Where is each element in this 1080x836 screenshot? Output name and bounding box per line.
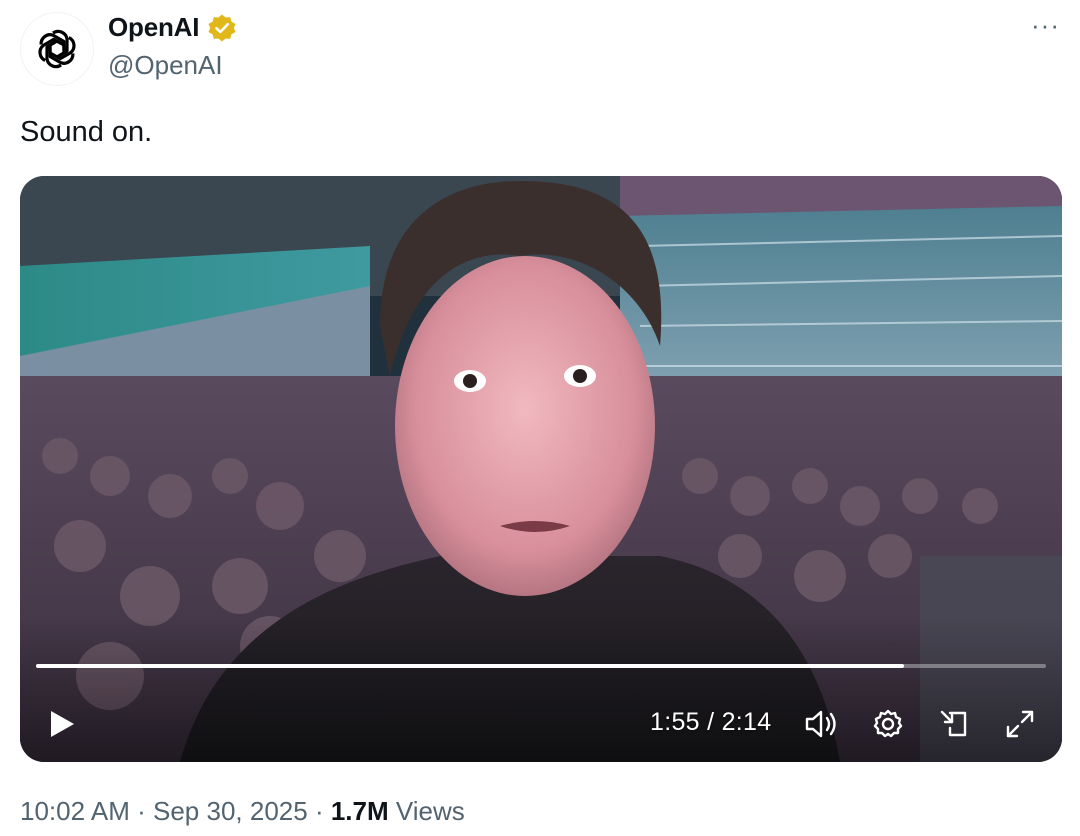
more-options-icon[interactable]: ··· [1031, 12, 1060, 38]
meta-separator: · [314, 796, 324, 826]
video-time: 1:55 / 2:14 [650, 708, 772, 736]
tweet-meta: 10:02 AM · Sep 30, 2025 · 1.7M Views [20, 796, 465, 827]
verified-badge-icon[interactable] [207, 13, 237, 43]
settings-gear-icon[interactable] [870, 706, 906, 742]
tweet-time[interactable]: 10:02 AM [20, 796, 130, 826]
author-name-row: OpenAI [108, 12, 237, 43]
video-controls: 1:55 / 2:14 [20, 696, 1062, 746]
openai-logo-icon [38, 29, 76, 69]
meta-separator: · [137, 796, 146, 826]
author-display-name[interactable]: OpenAI [108, 12, 199, 43]
tweet-date[interactable]: Sep 30, 2025 [153, 796, 308, 826]
author-handle[interactable]: @OpenAI [108, 50, 223, 81]
tweet-text: Sound on. [20, 116, 153, 148]
progress-bar[interactable] [36, 664, 1046, 668]
picture-in-picture-icon[interactable] [936, 706, 972, 742]
avatar[interactable] [20, 12, 94, 86]
views-label: Views [395, 796, 465, 826]
play-icon[interactable] [44, 706, 80, 742]
video-frame [20, 176, 1062, 762]
views-count[interactable]: 1.7M [331, 796, 389, 826]
tweet: OpenAI @OpenAI ··· Sound on. 1:55 / 2:14… [0, 0, 1080, 836]
volume-icon[interactable] [804, 706, 840, 742]
progress-fill [36, 664, 904, 668]
fullscreen-icon[interactable] [1002, 706, 1038, 742]
video-player[interactable]: 1:55 / 2:14 [20, 176, 1062, 762]
